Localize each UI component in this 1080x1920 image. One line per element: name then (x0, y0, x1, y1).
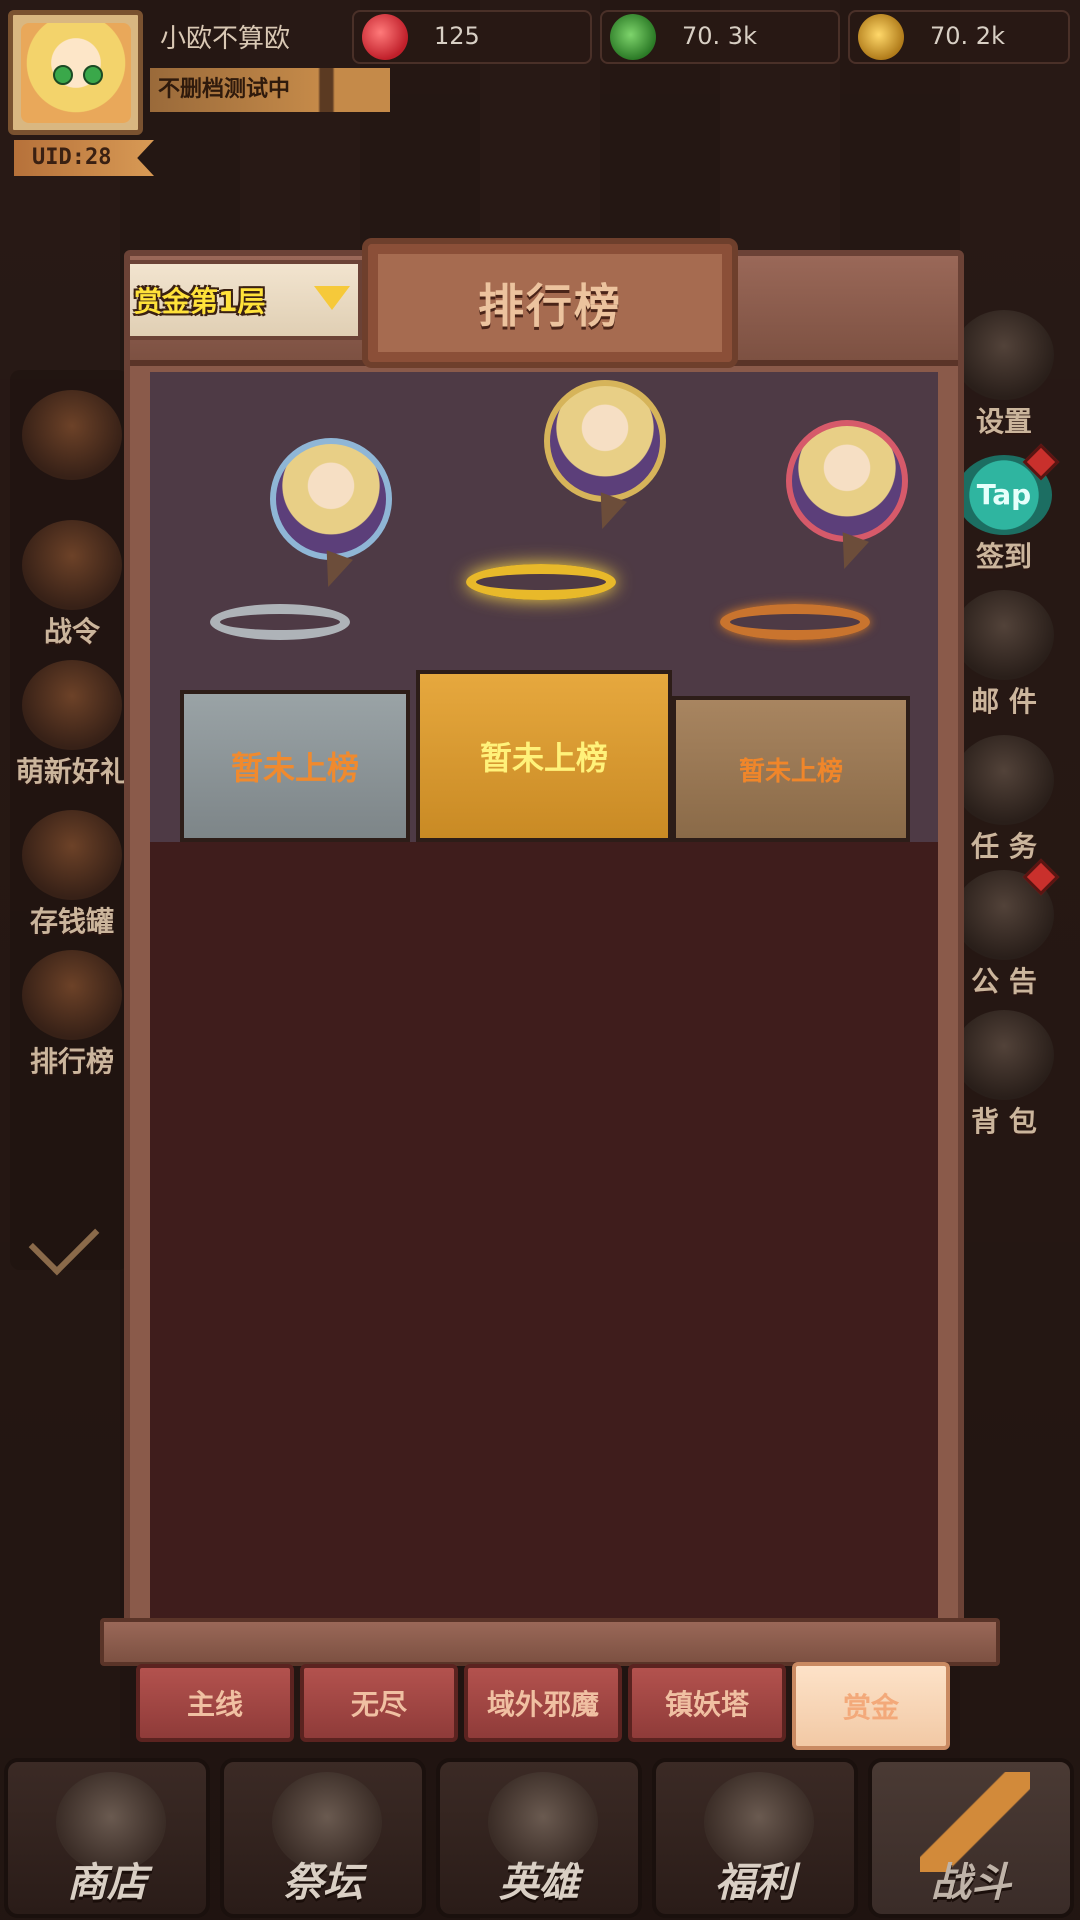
resource-green-gem[interactable]: 70. 3k (600, 10, 840, 64)
first-place-block: 暂未上榜 (416, 670, 672, 842)
gold-halo-icon (466, 564, 616, 600)
avatar-portrait (20, 22, 131, 123)
resource-value: 70. 3k (682, 22, 757, 50)
apple-icon (362, 14, 408, 60)
tab-bounty[interactable]: 赏金 (792, 1662, 950, 1750)
third-place-portrait[interactable] (786, 420, 908, 542)
third-place-block: 暂未上榜 (672, 696, 910, 842)
nav-altar[interactable]: 祭坛 (220, 1758, 426, 1918)
second-place-block: 暂未上榜 (180, 690, 410, 842)
side-label: 萌新好礼 (15, 755, 128, 788)
first-place-status: 暂未上榜 (479, 739, 608, 777)
side-label: 战令 (43, 615, 100, 648)
title-board: 排行榜 (362, 238, 738, 368)
left-menu-gift[interactable]: 萌新好礼 (12, 660, 132, 790)
second-place-status: 暂未上榜 (230, 749, 359, 787)
nav-label: 福利 (715, 1860, 795, 1906)
uid-tag: UID:28 (14, 140, 154, 176)
chevron-down-icon (314, 286, 350, 312)
nav-label: 商店 (67, 1860, 147, 1906)
nav-label: 英雄 (499, 1860, 579, 1906)
tab-outer-demons[interactable]: 域外邪魔 (464, 1664, 622, 1742)
gear-icon (954, 310, 1054, 400)
refresh-icon (22, 390, 122, 480)
first-place-portrait[interactable] (544, 380, 666, 502)
nav-label: 祭坛 (283, 1860, 363, 1906)
left-menu-refresh[interactable] (12, 390, 132, 480)
nav-welfare[interactable]: 福利 (652, 1758, 858, 1918)
panel-footer-plank (100, 1618, 1000, 1666)
left-menu-piggy-bank[interactable]: 存钱罐 (12, 810, 132, 940)
leaderboard-panel: 赏金第1层 排行榜 暂未上榜 暂未上榜 暂未上榜 (100, 238, 1000, 1666)
left-menu-battle-pass[interactable]: 战令 (12, 520, 132, 650)
resource-value: 70. 2k (930, 22, 1005, 50)
nav-label: 战斗 (931, 1860, 1011, 1906)
nav-hero[interactable]: 英雄 (436, 1758, 642, 1918)
podium-area: 暂未上榜 暂未上榜 暂未上榜 (150, 372, 938, 842)
category-tabs: 主线 无尽 域外邪魔 镇妖塔 赏金 (136, 1662, 950, 1750)
tier-dropdown-value: 赏金第1层 (134, 285, 266, 318)
server-tag: 不删档测试中 (150, 68, 390, 112)
tab-demon-tower[interactable]: 镇妖塔 (628, 1664, 786, 1742)
tab-mainline[interactable]: 主线 (136, 1664, 294, 1742)
top-hud: UID:28 小欧不算欧 不删档测试中 125 70. 3k 70. 2k (0, 0, 1080, 176)
nav-battle[interactable]: 战斗 (868, 1758, 1074, 1918)
third-place-status: 暂未上榜 (738, 756, 843, 787)
piggy-bank-icon (22, 810, 122, 900)
scroll-icon (954, 735, 1054, 825)
player-name: 小欧不算欧 (160, 24, 291, 54)
resource-value: 125 (434, 22, 480, 50)
battle-pass-icon (22, 520, 122, 610)
green-gem-icon (610, 14, 656, 60)
left-menu-ranking[interactable]: 排行榜 (12, 950, 132, 1080)
ranking-icon (22, 950, 122, 1040)
bronze-halo-icon (720, 604, 870, 640)
bottom-nav: 商店 祭坛 英雄 福利 战斗 (0, 1750, 1080, 1920)
player-avatar[interactable] (8, 10, 143, 135)
page-title: 排行榜 (478, 279, 622, 333)
side-label: 存钱罐 (29, 905, 114, 938)
backpack-icon (954, 1010, 1054, 1100)
resource-coin[interactable]: 70. 2k (848, 10, 1070, 64)
ranking-list[interactable] (150, 842, 938, 1618)
mail-icon (954, 590, 1054, 680)
tier-dropdown[interactable]: 赏金第1层 (126, 260, 362, 340)
gift-box-icon (22, 660, 122, 750)
silver-halo-icon (210, 604, 350, 640)
coin-icon (858, 14, 904, 60)
second-place-portrait[interactable] (270, 438, 392, 560)
nav-shop[interactable]: 商店 (4, 1758, 210, 1918)
tab-endless[interactable]: 无尽 (300, 1664, 458, 1742)
resource-apple[interactable]: 125 (352, 10, 592, 64)
side-label: 排行榜 (29, 1045, 114, 1078)
